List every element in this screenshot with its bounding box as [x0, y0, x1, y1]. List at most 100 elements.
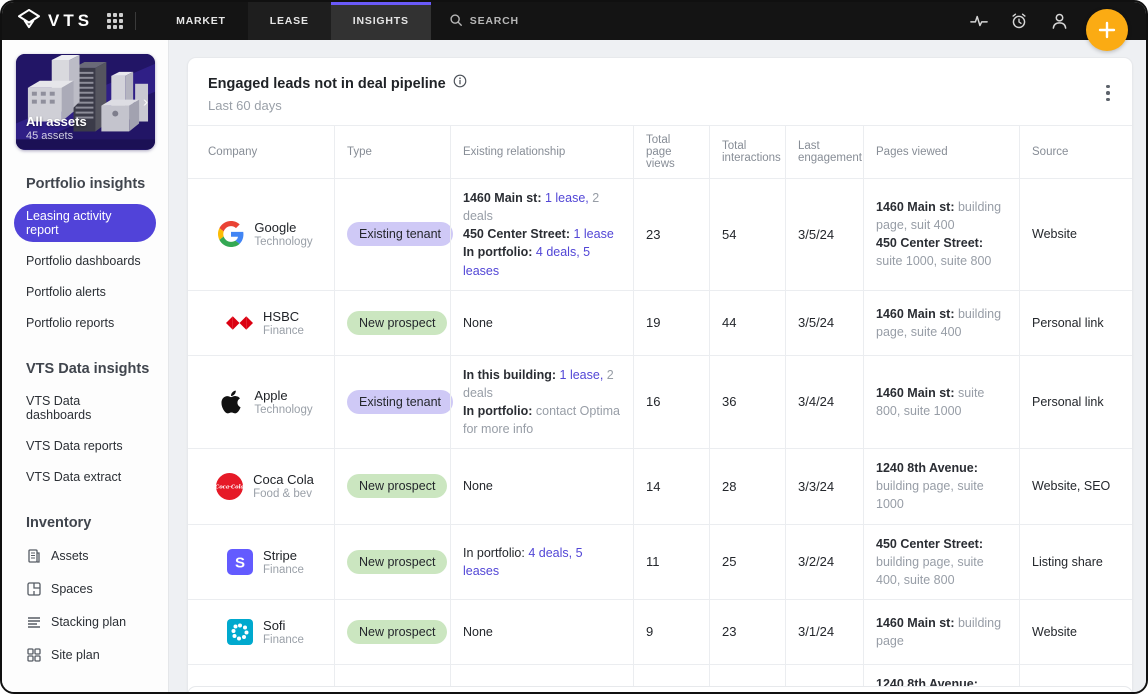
sidebar-item-vts-data-dashboards[interactable]: VTS Data dashboards [14, 389, 156, 427]
add-fab-button[interactable] [1086, 9, 1128, 51]
source-cell: Personal link [1019, 355, 1132, 449]
type-badge: New prospect [347, 474, 448, 499]
alarm-icon[interactable] [1010, 12, 1028, 30]
column-header-pages-viewed: Pages viewed [863, 126, 1019, 178]
company-name: Apple [254, 387, 288, 403]
card-subtitle: Last 60 days [208, 98, 282, 113]
sidebar-item-site-plan[interactable]: Site plan [14, 642, 156, 668]
sofi-logo [226, 618, 253, 645]
relationship-link[interactable]: 1 lease [573, 227, 613, 241]
activity-icon[interactable] [970, 12, 988, 30]
leads-table: Company Type Existing relationship Total pa… [188, 125, 1132, 692]
kebab-menu-icon[interactable] [1098, 80, 1118, 106]
sidebar-item-stacking-plan[interactable]: Stacking plan [14, 609, 156, 635]
chevron-right-icon: › [143, 93, 148, 111]
sidebar: › All assets 45 assets Portfolio insight… [2, 40, 169, 692]
table-row[interactable]: Sofi Finance New prospect None 9 23 3/1/24 1460… [188, 598, 1132, 664]
text-segment: In portfolio: [463, 245, 536, 260]
text-segment: 1460 Main st: [876, 306, 958, 321]
page-views-cell: 11 [633, 524, 709, 599]
company-name: Sofi [263, 617, 286, 633]
last-engagement-cell: 3/2/24 [785, 524, 863, 599]
source-cell: Website, SEO [1019, 449, 1132, 524]
hsbc-logo [226, 309, 254, 336]
nav-item-insights[interactable]: INSIGHTS [330, 2, 431, 40]
table-row[interactable]: S Stripe Finance New prospect In portfolio: … [188, 523, 1132, 599]
text-segment: 1240 8th Avenue: [876, 461, 978, 476]
company-name: Coca Cola [253, 472, 314, 488]
section-heading: Inventory [26, 515, 92, 531]
app-grid-icon[interactable] [107, 13, 124, 29]
text-segment: In portfolio: [463, 403, 536, 418]
table-row[interactable]: Google Technology Existing tenant 1460 Main… [188, 178, 1132, 290]
main-content: Engaged leads not in deal pipeline Last … [169, 40, 1146, 692]
vts-logo-icon [18, 8, 40, 34]
sidebar-item-vts-data-extract[interactable]: VTS Data extract [14, 465, 156, 489]
source-cell: Listing share [1019, 524, 1132, 599]
nav-item-market[interactable]: MARKET [154, 2, 248, 40]
brand-name: VTS [48, 11, 94, 30]
svg-text:S: S [235, 554, 245, 571]
user-icon[interactable] [1050, 12, 1068, 30]
relationship-link[interactable]: 1 lease, [560, 368, 604, 382]
search-input[interactable]: SEARCH [431, 2, 537, 40]
sidebar-item-portfolio-dashboards[interactable]: Portfolio dashboards [14, 249, 156, 273]
existing-relationship-cell: In portfolio: 4 deals, 5 leases [450, 524, 633, 599]
column-header-type: Type [334, 126, 450, 178]
type-badge: Existing tenant [347, 389, 453, 414]
text-segment: 1460 Main st: [876, 615, 958, 630]
sidebar-item-leasing-activity-report[interactable]: Leasing activity report [14, 204, 156, 242]
company-industry: Finance [263, 324, 304, 337]
company-name: HSBC [263, 308, 300, 324]
type-badge: Existing tenant [347, 222, 453, 247]
svg-text:Coca·Cola: Coca·Cola [216, 484, 243, 490]
sidebar-item-spaces[interactable]: Spaces [14, 576, 156, 602]
page-views-cell: 16 [633, 355, 709, 449]
pages-viewed-cell: 1240 8th Avenue: building page, suite 10… [863, 449, 1019, 524]
page-views-cell: 19 [633, 290, 709, 355]
sidebar-item-portfolio-reports[interactable]: Portfolio reports [14, 311, 156, 335]
company-industry: Food & bev [253, 488, 312, 501]
text-segment: None [463, 315, 493, 330]
last-engagement-cell: 3/4/24 [785, 355, 863, 449]
table-row[interactable]: Apple Technology Existing tenant In this bu… [188, 354, 1132, 449]
existing-relationship-cell: In this building: 1 lease, 2 deals In por… [450, 355, 633, 449]
text-segment: 1460 Main st: [876, 200, 958, 215]
section-heading: Portfolio insights [26, 176, 146, 192]
sidebar-item-assets[interactable]: Assets [14, 543, 156, 569]
relationship-link[interactable]: 1 lease [545, 191, 585, 205]
table-row[interactable]: HSBC Finance New prospect None 19 44 3/5/24 146… [188, 289, 1132, 355]
vts-brand[interactable]: VTS [2, 2, 107, 40]
pages-viewed-cell: 1460 Main st: suite 800, suite 1000 [863, 355, 1019, 449]
info-icon[interactable] [453, 74, 467, 93]
text-segment: building page, suite 1000 [876, 479, 984, 512]
last-engagement-cell: 3/5/24 [785, 179, 863, 290]
existing-relationship-cell: None [450, 599, 633, 664]
top-nav: VTS MARKET LEASE INSIGHTS SEARCH [2, 2, 1146, 40]
text-segment: building page, suite 400, suite 800 [876, 554, 984, 587]
sidebar-item-portfolio-alerts[interactable]: Portfolio alerts [14, 280, 156, 304]
sidebar-item-label: Site plan [51, 648, 100, 662]
card-title: Engaged leads not in deal pipeline [208, 75, 446, 92]
text-segment: 450 Center Street: [876, 236, 983, 251]
sidebar-item-label: VTS Data reports [26, 439, 123, 453]
asset-card-subtitle: 45 assets [26, 130, 74, 142]
text-segment: 1460 Main st: [876, 385, 958, 400]
last-engagement-cell: 3/5/24 [785, 290, 863, 355]
existing-relationship-cell: 1460 Main st: 1 lease, 2 deals 450 Center… [450, 179, 633, 290]
assets-icon [26, 548, 42, 564]
sidebar-item-vts-data-reports[interactable]: VTS Data reports [14, 434, 156, 458]
asset-card-title: All assets [26, 114, 87, 129]
type-badge: New prospect [347, 619, 448, 644]
search-icon [449, 13, 463, 30]
nav-item-lease[interactable]: LEASE [247, 2, 331, 40]
source-cell: Personal link [1019, 290, 1132, 355]
company-industry: Technology [254, 403, 313, 416]
last-engagement-cell: 3/1/24 [785, 599, 863, 664]
table-row[interactable]: Coca·Cola Coca Cola Food & bev New prospect… [188, 448, 1132, 524]
company-industry: Technology [254, 236, 313, 249]
all-assets-card[interactable]: › All assets 45 assets [16, 54, 155, 150]
existing-relationship-cell: None [450, 290, 633, 355]
type-badge: New prospect [347, 549, 448, 574]
column-header-total-page-views: Total page views [633, 126, 709, 178]
